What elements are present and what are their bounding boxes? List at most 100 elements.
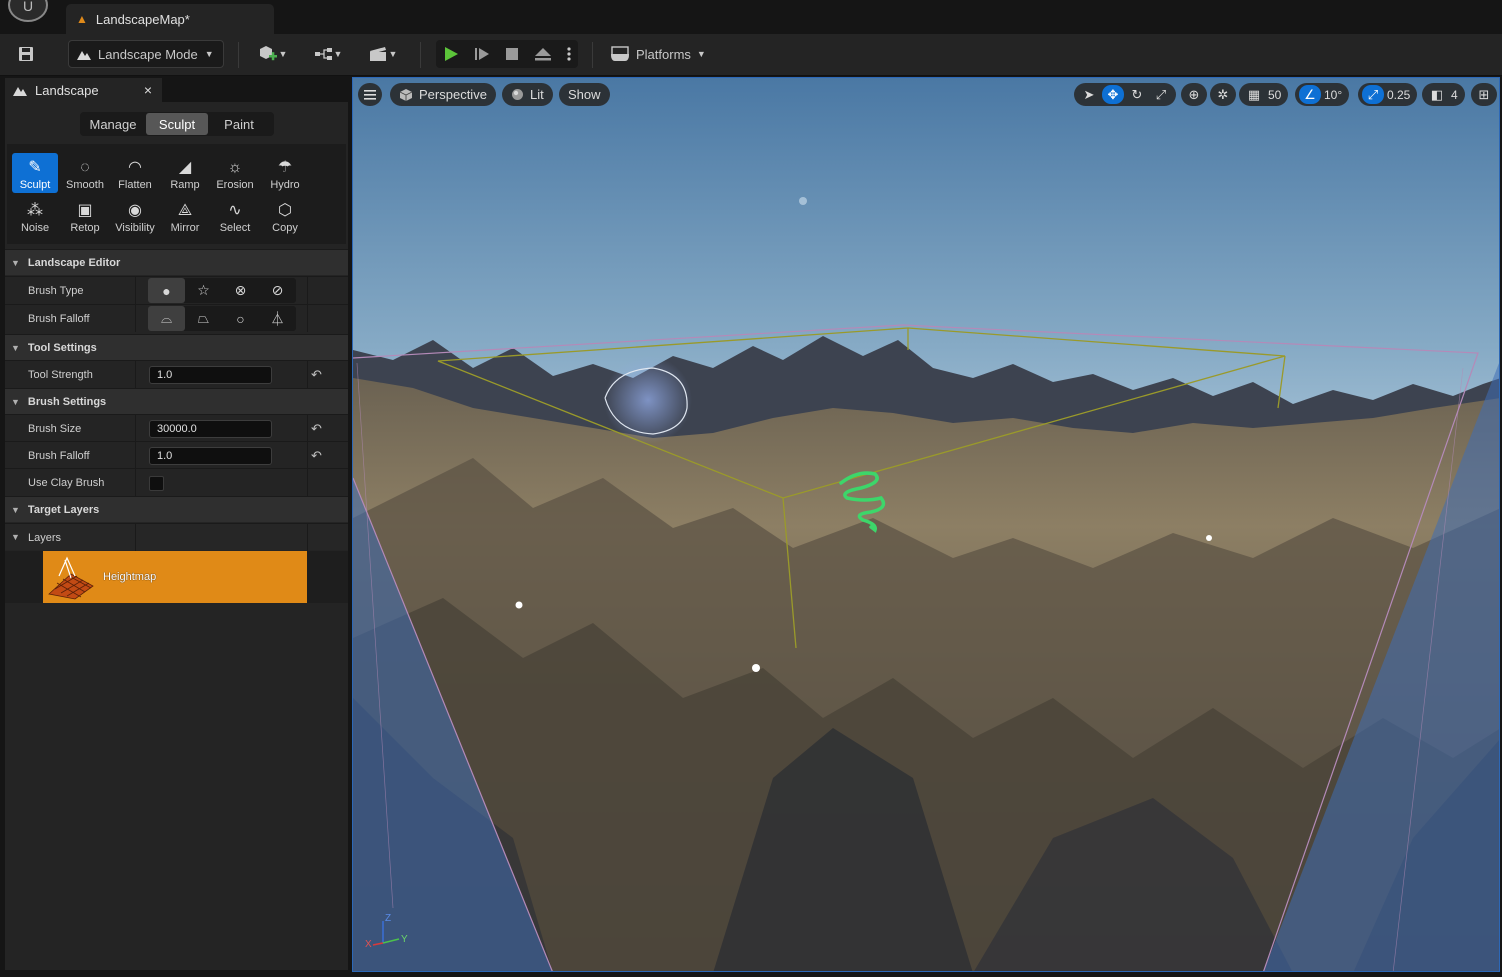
chevron-down-icon: ▼: [333, 49, 343, 59]
smooth-icon: ◌: [80, 159, 90, 176]
heightmap-layer-item[interactable]: Heightmap: [43, 551, 307, 603]
brush-type-row: Brush Type ● ☆ ⊗ ⊘: [5, 276, 348, 304]
reset-arrow-icon[interactable]: ↶: [311, 366, 325, 384]
tool-mirror[interactable]: ⟁ Mirror: [162, 196, 208, 236]
scale-snap-button[interactable]: ⤢ 0.25: [1358, 83, 1418, 106]
platforms-button[interactable]: Platforms ▼: [606, 40, 706, 68]
mode-selector-label: Landscape Mode: [98, 46, 198, 62]
linear-falloff-icon[interactable]: ⏢: [185, 306, 222, 331]
show-button[interactable]: Show: [559, 83, 610, 106]
title-bar: U ▲ LandscapeMap*: [0, 0, 1502, 34]
section-brush-settings[interactable]: ▼ Brush Settings: [5, 388, 348, 414]
pattern-brush-icon[interactable]: ⊗: [222, 278, 259, 303]
play-icon[interactable]: [443, 46, 459, 62]
document-tab[interactable]: ▲ LandscapeMap*: [66, 4, 274, 34]
landscape-panel-tab[interactable]: Landscape ×: [5, 78, 162, 102]
section-target-layers[interactable]: ▼ Target Layers: [5, 496, 348, 522]
scale-icon[interactable]: ⤢: [1150, 85, 1172, 104]
brush-falloff-input[interactable]: 1.0: [149, 447, 272, 465]
tool-flatten[interactable]: ◠ Flatten: [112, 153, 158, 193]
tip-falloff-icon[interactable]: ⏃: [259, 306, 296, 331]
section-tool-settings[interactable]: ▼ Tool Settings: [5, 334, 348, 360]
tab-sculpt[interactable]: Sculpt: [146, 113, 208, 135]
tab-paint[interactable]: Paint: [208, 113, 270, 135]
viewport-menu-button[interactable]: [358, 83, 382, 106]
smooth-falloff-icon[interactable]: ⌓: [148, 306, 185, 331]
camera-speed-value: 4: [1451, 87, 1458, 102]
ramp-icon: ◢: [178, 159, 192, 176]
component-brush-icon[interactable]: ⊘: [259, 278, 296, 303]
use-clay-brush-checkbox[interactable]: [149, 476, 164, 491]
panel-tab-label: Landscape: [35, 82, 99, 98]
tool-sculpt[interactable]: ✎ Sculpt: [12, 153, 58, 193]
blueprints-button[interactable]: ▼: [308, 40, 348, 68]
collapse-triangle-icon: ▼: [11, 532, 20, 542]
landscape-mode-icon: [77, 51, 91, 60]
reset-arrow-icon[interactable]: ↶: [311, 420, 325, 438]
mode-selector-button[interactable]: Landscape Mode ▼: [68, 40, 224, 68]
landscape-scene[interactable]: [353, 78, 1500, 972]
unreal-logo-icon[interactable]: U: [8, 0, 48, 22]
save-icon: [19, 47, 33, 61]
tool-hydro[interactable]: ☂ Hydro: [262, 153, 308, 193]
grid-icon: ▦: [1247, 86, 1261, 102]
tool-strength-input[interactable]: 1.0: [149, 366, 272, 384]
tool-erosion[interactable]: ☼ Erosion: [212, 153, 258, 193]
use-clay-brush-row: Use Clay Brush: [5, 468, 348, 496]
tool-retop[interactable]: ▣ Retop: [62, 196, 108, 236]
rotate-icon[interactable]: ↻: [1126, 85, 1148, 104]
perspective-button[interactable]: Perspective: [390, 83, 496, 106]
tool-noise[interactable]: ⁂ Noise: [12, 196, 58, 236]
chevron-down-icon: ▼: [388, 49, 398, 59]
tool-smooth[interactable]: ◌ Smooth: [62, 153, 108, 193]
skip-frame-icon[interactable]: [474, 46, 490, 62]
layers-label: Layers: [28, 531, 62, 544]
stop-icon[interactable]: [505, 47, 519, 61]
more-options-icon[interactable]: [566, 46, 571, 62]
cinematics-button[interactable]: ▼: [362, 40, 404, 68]
translate-icon[interactable]: ✥: [1102, 85, 1124, 104]
add-actor-icon: [259, 46, 277, 61]
play-controls: [436, 40, 578, 68]
tool-visibility[interactable]: ◉ Visibility: [112, 196, 158, 236]
alpha-brush-icon[interactable]: ☆: [185, 278, 222, 303]
sculpt-tool-palette: ✎ Sculpt ◌ Smooth ◠ Flatten ◢ Ramp ☼ Erosion …: [7, 144, 346, 244]
lit-button[interactable]: Lit: [502, 83, 553, 106]
grid-snap-button[interactable]: ▦ 50: [1239, 83, 1289, 106]
layers-row[interactable]: ▼ Layers: [5, 523, 348, 551]
camera-speed-button[interactable]: ◧ 4: [1422, 83, 1465, 106]
copy-icon: ⬡: [278, 202, 292, 219]
eject-icon[interactable]: [534, 46, 552, 62]
collapse-triangle-icon: ▼: [11, 342, 20, 353]
level-viewport[interactable]: Perspective Lit Show ➤ ✥ ↻ ⤢ ⊕ ✲ ▦ 50 ∠ …: [352, 77, 1500, 972]
light-sprite: [1206, 535, 1212, 541]
coordinate-system-button[interactable]: ⊕: [1181, 83, 1207, 106]
hamburger-menu-icon: [364, 89, 376, 100]
section-landscape-editor[interactable]: ▼ Landscape Editor: [5, 249, 348, 275]
tool-select[interactable]: ∿ Select: [212, 196, 258, 236]
platforms-label: Platforms: [636, 46, 691, 62]
add-actor-button[interactable]: ▼: [252, 40, 292, 68]
axis-gizmo: Z Y X: [365, 913, 408, 950]
show-label: Show: [568, 87, 601, 102]
tab-manage[interactable]: Manage: [80, 113, 146, 135]
toolbar-divider: [420, 42, 421, 68]
collapse-triangle-icon: ▼: [11, 396, 20, 407]
brush-type-label: Brush Type: [28, 284, 84, 297]
brush-size-input[interactable]: 30000.0: [149, 420, 272, 438]
select-mode-icon[interactable]: ➤: [1078, 85, 1100, 104]
axis-z-label: Z: [385, 913, 391, 924]
close-icon[interactable]: ×: [144, 82, 152, 98]
mirror-icon: ⟁: [177, 202, 193, 219]
spherical-falloff-icon[interactable]: ○: [222, 306, 259, 331]
surface-snap-button[interactable]: ✲: [1210, 83, 1236, 106]
tool-ramp[interactable]: ◢ Ramp: [162, 153, 208, 193]
reset-arrow-icon[interactable]: ↶: [311, 447, 325, 465]
viewport-layout-button[interactable]: ⊞: [1471, 83, 1497, 106]
tool-copy[interactable]: ⬡ Copy: [262, 196, 308, 236]
circle-brush-icon[interactable]: ●: [148, 278, 185, 303]
perspective-cube-icon: [399, 88, 413, 101]
rotation-snap-button[interactable]: ∠ 10°: [1295, 83, 1350, 106]
save-button[interactable]: [12, 40, 40, 68]
level-icon: ▲: [76, 12, 88, 26]
